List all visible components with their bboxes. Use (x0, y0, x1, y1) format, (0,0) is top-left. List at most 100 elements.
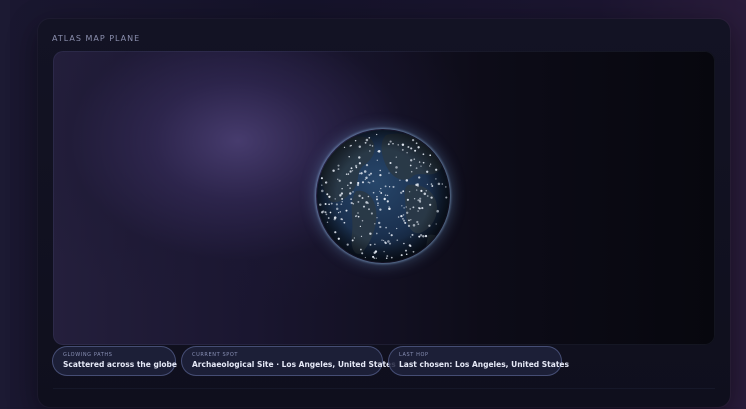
city-dot (345, 173, 348, 175)
city-dot (410, 170, 413, 173)
globe[interactable] (316, 129, 450, 263)
city-dot (380, 192, 383, 194)
city-dot (397, 216, 400, 218)
city-dot (389, 140, 392, 143)
city-dot (379, 225, 382, 229)
city-dot (365, 163, 369, 167)
city-dot (429, 203, 432, 206)
city-dot (350, 167, 353, 170)
city-dot (350, 198, 352, 200)
city-dot (372, 180, 375, 183)
city-dot (361, 219, 364, 222)
city-dot (361, 197, 364, 199)
city-dot (408, 219, 410, 222)
city-dot (424, 234, 428, 238)
city-dot (402, 214, 405, 216)
city-dot (370, 172, 372, 175)
city-dot (429, 163, 432, 165)
city-dot (374, 223, 376, 225)
window-edge (0, 0, 10, 409)
city-dot (417, 146, 420, 149)
city-dot (327, 217, 330, 219)
city-dot (413, 158, 416, 160)
city-dot (328, 195, 331, 198)
city-dot (418, 176, 421, 179)
city-dot (364, 256, 367, 259)
city-dot (337, 168, 340, 171)
city-dot (338, 179, 341, 182)
city-dot (395, 156, 397, 158)
city-dot (353, 237, 356, 239)
chip-value: Archaeological Site · Los Angeles, Unite… (192, 360, 396, 369)
city-dot (357, 181, 360, 185)
city-dot (406, 198, 409, 201)
city-dot (325, 181, 327, 184)
city-dot (341, 201, 343, 203)
atlas-panel: ATLAS MAP PLANE GLOWING PATHS Scattered … (38, 19, 730, 407)
city-dot (341, 188, 343, 190)
city-dot (337, 237, 340, 240)
city-dot (368, 181, 371, 184)
city-dot (339, 194, 342, 197)
city-dot (334, 198, 336, 200)
city-dot (329, 211, 332, 214)
city-dot (403, 207, 405, 209)
city-dot (401, 217, 404, 220)
city-dot (385, 226, 387, 229)
city-dot (346, 243, 349, 246)
city-dot (410, 236, 412, 238)
city-dot (345, 209, 348, 212)
city-dot (412, 250, 415, 253)
chip-value: Last chosen: Los Angeles, United States (399, 360, 569, 369)
chip-current-spot[interactable]: CURRENT SPOT Archaeological Site · Los A… (181, 346, 396, 376)
city-dot (386, 200, 389, 203)
city-dot (429, 154, 432, 157)
city-dot (430, 183, 433, 185)
city-dot (401, 205, 403, 207)
city-dot (400, 191, 403, 194)
city-dot (340, 192, 344, 195)
city-dot (381, 239, 383, 241)
city-dot (355, 214, 358, 217)
city-dot (403, 242, 405, 245)
chip-value: Scattered across the globe (63, 360, 177, 369)
city-dot (373, 251, 376, 254)
city-dot (378, 221, 381, 225)
city-dot (387, 240, 390, 243)
city-dot (388, 172, 390, 174)
city-dot (417, 199, 420, 202)
city-dot (349, 192, 352, 195)
city-dot (377, 150, 381, 153)
city-dot (422, 153, 425, 156)
city-dot (358, 145, 362, 149)
city-dot (341, 218, 343, 221)
city-dot (396, 227, 398, 230)
city-dot (386, 194, 389, 197)
city-dot (441, 183, 444, 185)
city-dot (340, 203, 343, 206)
city-dot (418, 235, 421, 238)
city-dot (425, 190, 427, 192)
city-dot (416, 183, 419, 186)
city-dot (420, 189, 423, 192)
chip-last-hop[interactable]: LAST HOP Last chosen: Los Angeles, Unite… (388, 346, 569, 376)
city-dot (335, 207, 339, 211)
city-dot (361, 181, 365, 184)
city-dot (383, 250, 385, 253)
city-dot (361, 252, 364, 255)
city-dot (400, 214, 403, 218)
city-dot (386, 255, 389, 257)
city-dot (376, 133, 378, 136)
city-dot (406, 152, 408, 154)
city-dot (388, 206, 390, 208)
map-plane[interactable] (53, 51, 715, 345)
city-dot (349, 170, 352, 173)
city-dot (321, 189, 324, 193)
chip-glowing-paths[interactable]: GLOWING PATHS Scattered across the globe (52, 346, 177, 376)
city-dot (379, 208, 382, 211)
city-dot (410, 159, 413, 162)
city-dot (384, 185, 387, 188)
city-dot (337, 178, 339, 180)
city-dot (335, 203, 338, 206)
chip-label: CURRENT SPOT (192, 352, 239, 358)
